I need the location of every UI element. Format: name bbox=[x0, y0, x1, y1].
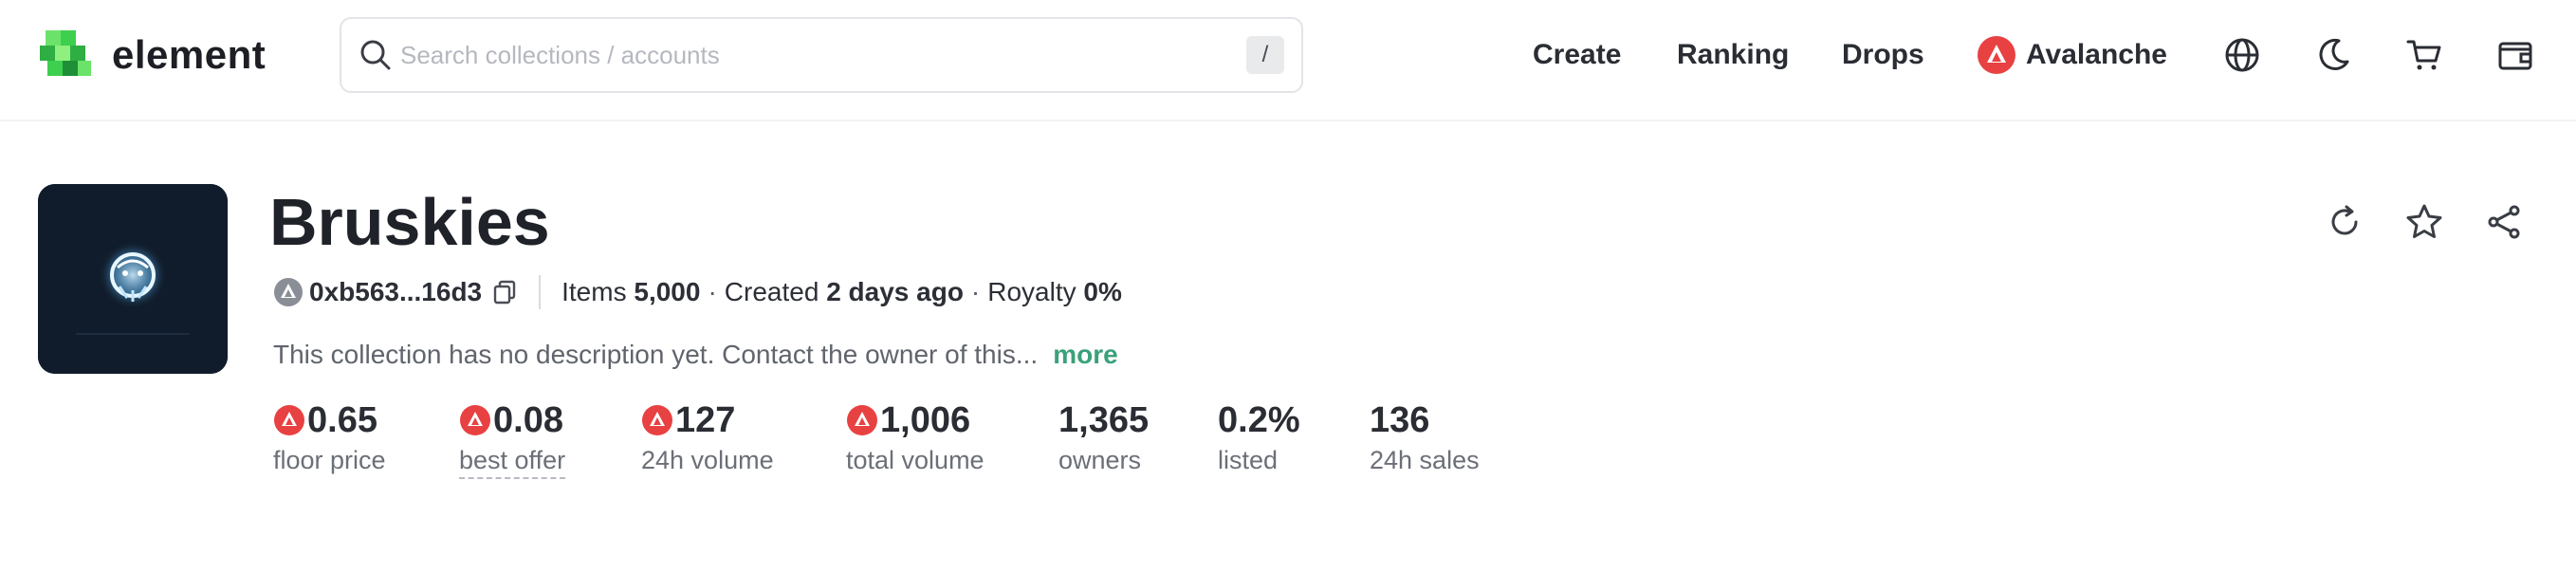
stat-value: 0.08 bbox=[493, 399, 563, 440]
royalty-value: 0% bbox=[1083, 277, 1122, 306]
share-icon[interactable] bbox=[2483, 201, 2525, 243]
created-value: 2 days ago bbox=[826, 277, 964, 306]
collection-meta: 0xb563...16d3 Items 5,000 · Created 2 da… bbox=[273, 275, 1122, 309]
search-shortcut-key: / bbox=[1246, 36, 1284, 74]
royalty-label: Royalty bbox=[987, 277, 1076, 306]
avalanche-chain-icon bbox=[274, 278, 303, 306]
avalanche-icon bbox=[460, 405, 490, 435]
stat-value: 127 bbox=[675, 399, 736, 440]
more-link[interactable]: more bbox=[1053, 340, 1117, 369]
stat-label[interactable]: best offer bbox=[459, 446, 566, 479]
collection-avatar-art bbox=[38, 184, 228, 374]
stat-label: floor price bbox=[273, 446, 386, 474]
top-nav-bar: element / Create Ranking Drops Avalanche bbox=[0, 0, 2576, 121]
element-logo-icon bbox=[40, 30, 91, 76]
created-label: Created bbox=[724, 277, 819, 306]
refresh-icon[interactable] bbox=[2324, 201, 2365, 243]
collection-title: Bruskies bbox=[269, 185, 550, 259]
star-icon[interactable] bbox=[2403, 201, 2445, 243]
globe-icon[interactable] bbox=[2223, 36, 2261, 74]
avalanche-icon bbox=[642, 405, 672, 435]
stat-label: total volume bbox=[846, 446, 984, 474]
nav-drops[interactable]: Drops bbox=[1842, 34, 1924, 76]
logo[interactable]: element bbox=[36, 25, 266, 85]
search-bar[interactable]: / bbox=[340, 17, 1303, 93]
meta-divider bbox=[539, 275, 542, 309]
description-text: This collection has no description yet. … bbox=[273, 340, 1039, 369]
stat-value: 136 bbox=[1370, 399, 1430, 440]
copy-icon[interactable] bbox=[491, 279, 518, 305]
avalanche-icon bbox=[274, 405, 304, 435]
stat-value: 1,365 bbox=[1058, 399, 1150, 440]
avalanche-icon bbox=[847, 405, 877, 435]
stat-total-volume: 1,006 total volume bbox=[846, 398, 984, 475]
stat-value: 0.2% bbox=[1218, 399, 1300, 440]
wallet-icon[interactable] bbox=[2496, 36, 2534, 74]
logo-wordmark: element bbox=[112, 32, 267, 77]
stat-floor-price: 0.65 floor price bbox=[273, 398, 386, 475]
contract-address[interactable]: 0xb563...16d3 bbox=[309, 277, 482, 307]
meta-dot: · bbox=[708, 277, 717, 306]
chain-label: Avalanche bbox=[2026, 39, 2167, 70]
stat-label: owners bbox=[1058, 446, 1142, 474]
items-value: 5,000 bbox=[634, 277, 701, 306]
search-icon bbox=[360, 40, 391, 70]
collection-description: This collection has no description yet. … bbox=[273, 340, 1118, 370]
chain-selector[interactable]: Avalanche bbox=[1977, 34, 2167, 76]
stat-listed: 0.2% listed bbox=[1218, 398, 1300, 475]
stat-best-offer[interactable]: 0.08 best offer bbox=[459, 398, 566, 479]
nav-create[interactable]: Create bbox=[1533, 34, 1621, 76]
nav-ranking[interactable]: Ranking bbox=[1677, 34, 1789, 76]
cart-icon[interactable] bbox=[2405, 36, 2443, 74]
stat-label: listed bbox=[1218, 446, 1279, 474]
stat-owners: 1,365 owners bbox=[1058, 398, 1149, 475]
meta-dot: · bbox=[970, 277, 981, 306]
stat-label: 24h sales bbox=[1370, 446, 1480, 474]
moon-icon[interactable] bbox=[2314, 36, 2352, 74]
stat-24h-sales: 136 24h sales bbox=[1370, 398, 1480, 475]
items-label: Items bbox=[561, 277, 627, 306]
collection-avatar bbox=[38, 184, 228, 374]
stat-value: 1,006 bbox=[880, 399, 971, 440]
stat-24h-volume: 127 24h volume bbox=[641, 398, 774, 475]
search-input[interactable] bbox=[400, 36, 1197, 74]
avalanche-icon bbox=[1978, 36, 2015, 74]
stat-label: 24h volume bbox=[641, 446, 774, 474]
stat-value: 0.65 bbox=[307, 399, 377, 440]
